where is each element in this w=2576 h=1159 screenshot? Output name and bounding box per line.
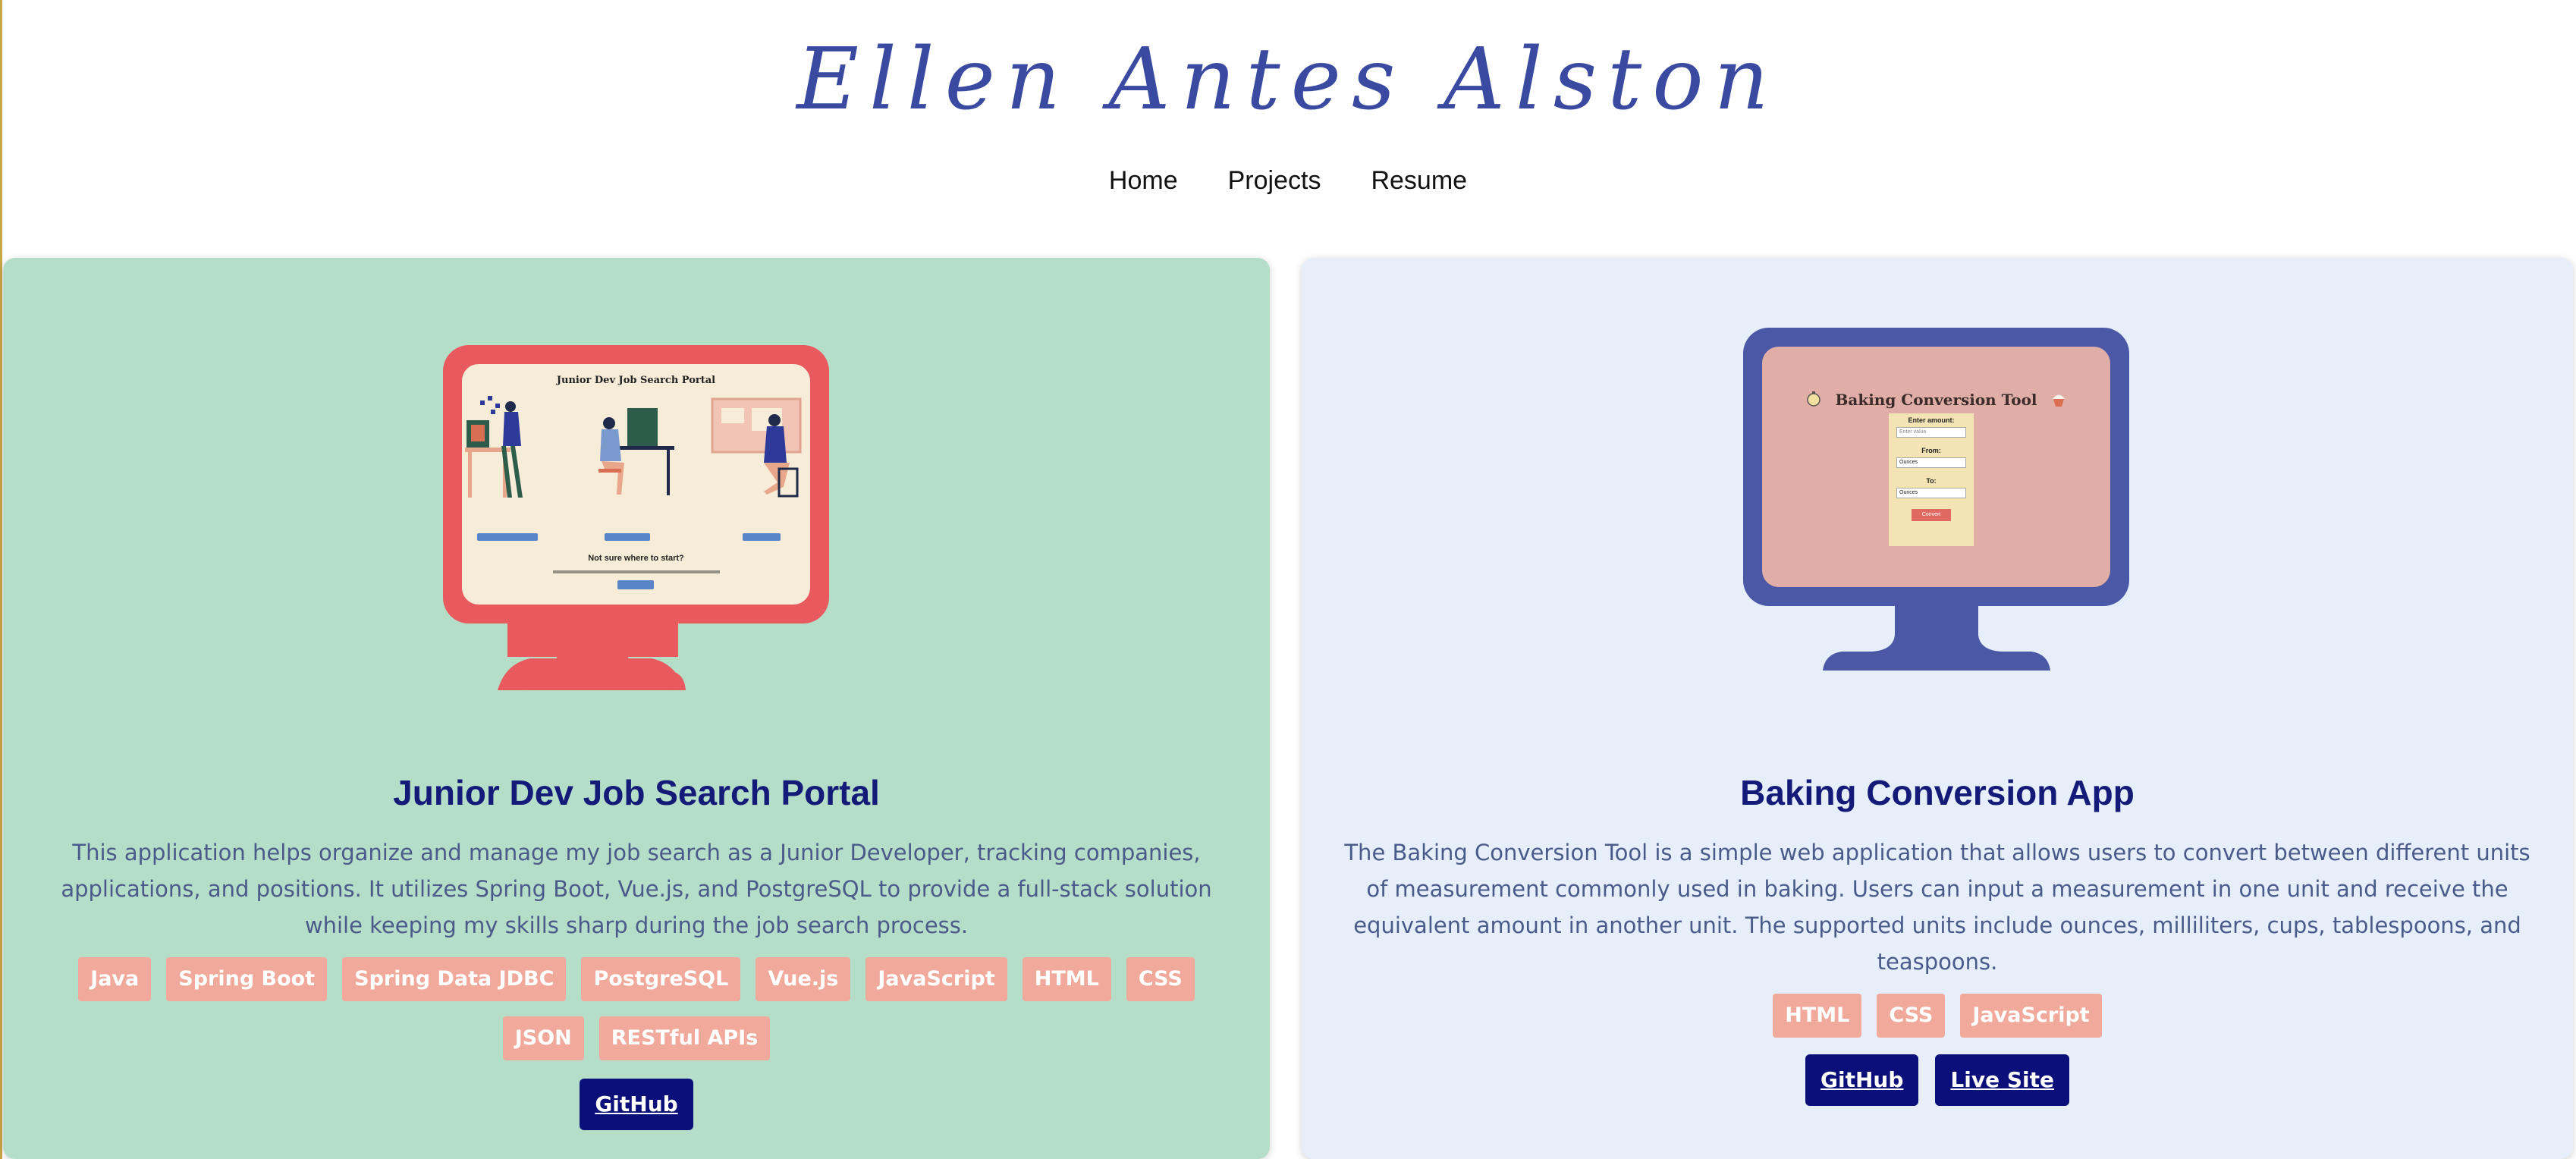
project-description: The Baking Conversion Tool is a simple w… <box>1344 840 2530 975</box>
screen-subheading: Not sure where to start? <box>588 554 684 563</box>
screen-random-button <box>617 580 654 589</box>
project-card-job-search: Junior Dev Job Search Portal Not sure wh… <box>3 258 1270 1159</box>
tag-html: HTML <box>1773 994 1862 1038</box>
tag-javascript: JavaScript <box>865 957 1007 1001</box>
timer-icon <box>1807 391 1820 407</box>
monitor-illustration: Junior Dev Job Search Portal Not sure wh… <box>443 345 830 693</box>
tag-css: CSS <box>1126 957 1195 1001</box>
screen-button-2 <box>605 533 650 541</box>
screen-button-3 <box>743 533 781 541</box>
screen-title: Junior Dev Job Search Portal <box>556 375 716 386</box>
tag-javascript: JavaScript <box>1960 994 2102 1038</box>
tag-json: JSON <box>502 1016 584 1060</box>
monitor-illustration: Baking Conversion Tool Enter amount: Ent… <box>1743 328 2130 676</box>
screen-convert-button: Convert <box>1912 509 1951 521</box>
project-description: This application helps organize and mana… <box>61 840 1212 938</box>
nav-home-link[interactable]: Home <box>1109 163 1178 199</box>
screen-button-1 <box>477 533 538 541</box>
project-title: Junior Dev Job Search Portal <box>393 773 880 812</box>
project-links: GitHub <box>3 1079 1270 1130</box>
tech-tags: Java Spring Boot Spring Data JDBC Postgr… <box>3 957 1270 1060</box>
site-title: Ellen Antes Alston <box>796 30 1780 129</box>
screen-text-line <box>553 570 720 573</box>
screen-from-select: Ounces <box>1896 457 1966 468</box>
tag-java: Java <box>78 957 152 1001</box>
tag-html: HTML <box>1022 957 1111 1001</box>
nav-resume-link[interactable]: Resume <box>1371 163 1467 199</box>
project-card-baking: Baking Conversion Tool Enter amount: Ent… <box>1302 258 2573 1159</box>
tag-css: CSS <box>1877 994 1946 1038</box>
main-nav: Home Projects Resume <box>0 163 2576 199</box>
github-button[interactable]: GitHub <box>1805 1054 1919 1106</box>
tag-spring-data-jdbc: Spring Data JDBC <box>342 957 567 1001</box>
tag-vuejs: Vue.js <box>756 957 851 1001</box>
cupcake-icon <box>2053 394 2065 407</box>
tag-spring-boot: Spring Boot <box>166 957 328 1001</box>
screen-label-to: To: <box>1926 477 1937 485</box>
screen-label-from: From: <box>1921 447 1941 454</box>
screen-to-select: Ounces <box>1896 488 1966 498</box>
tag-postgresql: PostgreSQL <box>581 957 741 1001</box>
developers-illustration <box>465 396 802 498</box>
live-site-button[interactable]: Live Site <box>1935 1054 2069 1106</box>
project-links: GitHub Live Site <box>1302 1054 2573 1106</box>
job-portal-screenshot: Junior Dev Job Search Portal Not sure wh… <box>462 364 810 605</box>
screen-label-amount: Enter amount: <box>1908 416 1955 424</box>
nav-projects-link[interactable]: Projects <box>1228 163 1321 199</box>
screen-amount-input: Enter value <box>1896 427 1966 438</box>
project-title: Baking Conversion App <box>1740 773 2135 812</box>
baking-tool-screenshot: Baking Conversion Tool Enter amount: Ent… <box>1762 347 2110 587</box>
tech-tags: HTML CSS JavaScript <box>1302 994 2573 1038</box>
tag-restful-apis: RESTful APIs <box>598 1016 771 1060</box>
converter-form: Enter amount: Enter value From: Ounces T… <box>1889 413 1974 546</box>
github-button[interactable]: GitHub <box>580 1079 693 1130</box>
